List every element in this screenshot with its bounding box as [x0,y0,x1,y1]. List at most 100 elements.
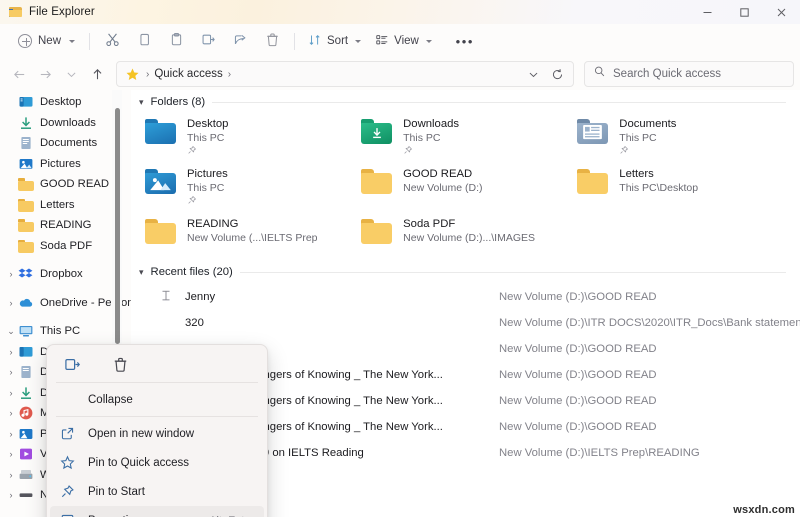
chevron-down-icon[interactable]: ▾ [139,267,144,278]
breadcrumb[interactable]: Quick access [152,68,224,80]
folder-icon [18,176,34,192]
downloads-folder-icon [361,116,394,149]
folders-section-header[interactable]: ▾ Folders (8) [131,90,800,112]
context-menu-item-open-in-new-window[interactable]: Open in new window [50,419,264,448]
chevron-right-icon[interactable]: › [4,449,18,459]
rename-icon [201,32,216,50]
folder-tile[interactable]: Desktop This PC [145,112,361,162]
file-name: Jenny [185,291,216,303]
folder-icon [18,238,34,254]
app-folder-icon [9,6,22,18]
folder-name: Letters [619,168,654,180]
chevron-right-icon[interactable]: › [4,429,18,439]
cut-button[interactable] [96,28,128,54]
search-input[interactable]: Search Quick access [613,68,721,80]
paste-button[interactable] [160,28,192,54]
folder-name: Downloads [403,118,460,130]
sidebar-item-label: This PC [40,325,81,338]
folder-location: This PC [187,132,225,144]
folder-name: Soda PDF [403,218,456,230]
folder-icon [18,197,34,213]
refresh-button[interactable] [545,62,569,86]
context-menu-item-pin-to-quick-access[interactable]: Pin to Quick access [50,448,264,477]
view-button[interactable]: View [368,28,439,54]
chevron-right-icon[interactable]: › [4,470,18,480]
maximize-button[interactable] [726,0,763,24]
sidebar-item-label: Desktop [40,96,82,109]
chevron-right-icon[interactable]: › [4,347,18,357]
folder-tile[interactable]: READING New Volume (...\IELTS Prep [145,212,361,262]
chevron-right-icon[interactable]: › [4,490,18,500]
context-menu: Collapse Open in new window Pin to Quick… [46,344,268,517]
file-icon [159,315,175,331]
close-button[interactable] [763,0,800,24]
context-menu-item-collapse[interactable]: Collapse [50,385,264,414]
toolbar-divider [89,32,91,50]
table-row[interactable]: Jenny New Volume (D:)\GOOD READ [131,284,800,310]
command-bar: New Sort View ••• [0,24,800,58]
folder-tile[interactable]: GOOD READ New Volume (D:) [361,162,577,212]
context-menu-item-label: Open in new window [88,427,195,440]
chevron-right-icon[interactable]: › [4,367,18,377]
search-box[interactable]: Search Quick access [584,61,794,87]
plus-icon [18,34,32,48]
view-icon [375,33,389,50]
recent-locations-button[interactable] [58,61,84,87]
file-path: New Volume (D:)\IELTS Prep\READING [499,447,700,459]
context-menu-item-pin-to-start[interactable]: Pin to Start [50,477,264,506]
paste-icon [169,32,184,50]
delete-icon[interactable] [108,353,132,377]
address-bar[interactable]: › Quick access › [116,61,574,87]
sidebar-item-label: Letters [40,198,75,211]
breadcrumb-separator-2[interactable]: › [228,69,231,80]
sort-button[interactable]: Sort [301,28,368,54]
more-options-button[interactable]: ••• [449,28,481,54]
chevron-right-icon[interactable]: › [4,388,18,398]
up-button[interactable] [84,61,110,87]
chevron-right-icon[interactable]: › [4,298,18,308]
minimize-button[interactable] [689,0,726,24]
folder-tile[interactable]: Documents This PC [577,112,793,162]
sidebar-scrollbar-thumb[interactable] [115,108,120,344]
open-new-window-icon [58,424,77,443]
desktop-icon [18,344,34,360]
delete-button[interactable] [256,28,288,54]
folder-icon [577,166,610,199]
rename-icon[interactable] [60,353,84,377]
chevron-down-icon [425,39,432,43]
chevron-right-icon[interactable]: › [4,408,18,418]
folders-grid: Desktop This PC Downloads This PC Docume… [131,112,800,262]
cut-icon [105,32,120,50]
copy-icon [137,32,152,50]
forward-button[interactable] [32,61,58,87]
pictures-folder-icon [145,166,178,199]
chevron-right-icon[interactable]: › [4,269,18,279]
table-row[interactable]: 320 New Volume (D:)\ITR DOCS\2020\ITR_Do… [131,310,800,336]
pictures-icon [18,156,34,172]
folder-tile[interactable]: Soda PDF New Volume (D:)...\IMAGES [361,212,577,262]
recent-files-section-header[interactable]: ▾ Recent files (20) [131,262,800,282]
new-button[interactable]: New [14,28,83,54]
context-menu-item-properties[interactable]: Properties Alt+Enter [50,506,264,517]
documents-folder-icon [577,116,610,149]
local-disk-icon [18,467,34,483]
file-path: New Volume (D:)\GOOD READ [499,395,657,407]
window-controls [689,0,800,24]
folder-tile[interactable]: Downloads This PC [361,112,577,162]
sidebar-item-label: READING [40,219,92,232]
folder-icon [18,217,34,233]
section-divider [212,101,786,103]
copy-button[interactable] [128,28,160,54]
folder-tile[interactable]: Pictures This PC [145,162,361,212]
rename-button[interactable] [192,28,224,54]
folder-tile[interactable]: Letters This PC\Desktop [577,162,793,212]
sidebar-item-label: Dropbox [40,268,83,281]
section-divider [239,271,786,273]
chevron-down-icon[interactable]: ▾ [139,97,144,108]
back-button[interactable] [6,61,32,87]
desktop-icon [18,94,34,110]
address-dropdown-button[interactable] [521,62,545,86]
chevron-down-icon[interactable]: ⌄ [4,326,18,337]
share-button[interactable] [224,28,256,54]
sort-button-label: Sort [327,35,349,47]
